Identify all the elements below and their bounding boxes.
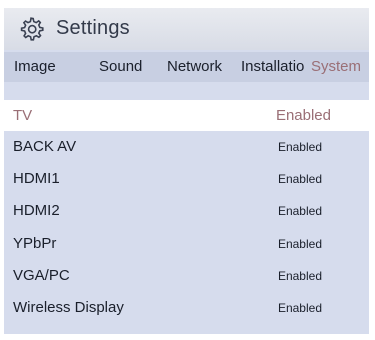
page-title: Settings: [56, 17, 130, 39]
source-status: Enabled: [277, 204, 322, 218]
tab-system[interactable]: System: [311, 58, 361, 75]
source-label: HDMI1: [13, 170, 60, 187]
source-label: TV: [13, 107, 33, 124]
tab-image[interactable]: Image: [14, 58, 56, 75]
tab-installation[interactable]: Installatio: [241, 58, 304, 75]
source-label: BACK AV: [13, 138, 77, 155]
source-status: Enabled: [277, 237, 322, 251]
source-row-wireless-display[interactable]: Wireless Display Enabled: [4, 292, 369, 323]
tab-network[interactable]: Network: [167, 58, 222, 75]
source-row-ypbpr[interactable]: YPbPr Enabled: [4, 228, 369, 259]
gear-icon: [20, 17, 44, 41]
source-label: VGA/PC: [13, 267, 70, 284]
source-row-hdmi2[interactable]: HDMI2 Enabled: [4, 195, 369, 226]
source-status: Enabled: [277, 140, 322, 154]
source-label: Wireless Display: [13, 299, 124, 316]
source-row-tv[interactable]: TV Enabled: [4, 100, 369, 131]
source-row-hdmi1[interactable]: HDMI1 Enabled: [4, 163, 369, 194]
source-status: Enabled: [277, 301, 322, 315]
tab-sound[interactable]: Sound: [99, 58, 142, 75]
source-row-back-av[interactable]: BACK AV Enabled: [4, 131, 369, 162]
source-label: HDMI2: [13, 202, 60, 219]
source-label: YPbPr: [13, 235, 57, 252]
settings-header: Settings: [4, 8, 369, 50]
tab-separator: [4, 82, 369, 100]
source-status: Enabled: [277, 269, 322, 283]
source-status: Enabled: [275, 107, 331, 124]
source-row-vga-pc[interactable]: VGA/PC Enabled: [4, 260, 369, 291]
settings-panel: Settings Image Sound Network Installatio…: [4, 8, 369, 334]
tab-bar: Image Sound Network Installatio System: [4, 52, 369, 82]
source-status: Enabled: [277, 172, 322, 186]
